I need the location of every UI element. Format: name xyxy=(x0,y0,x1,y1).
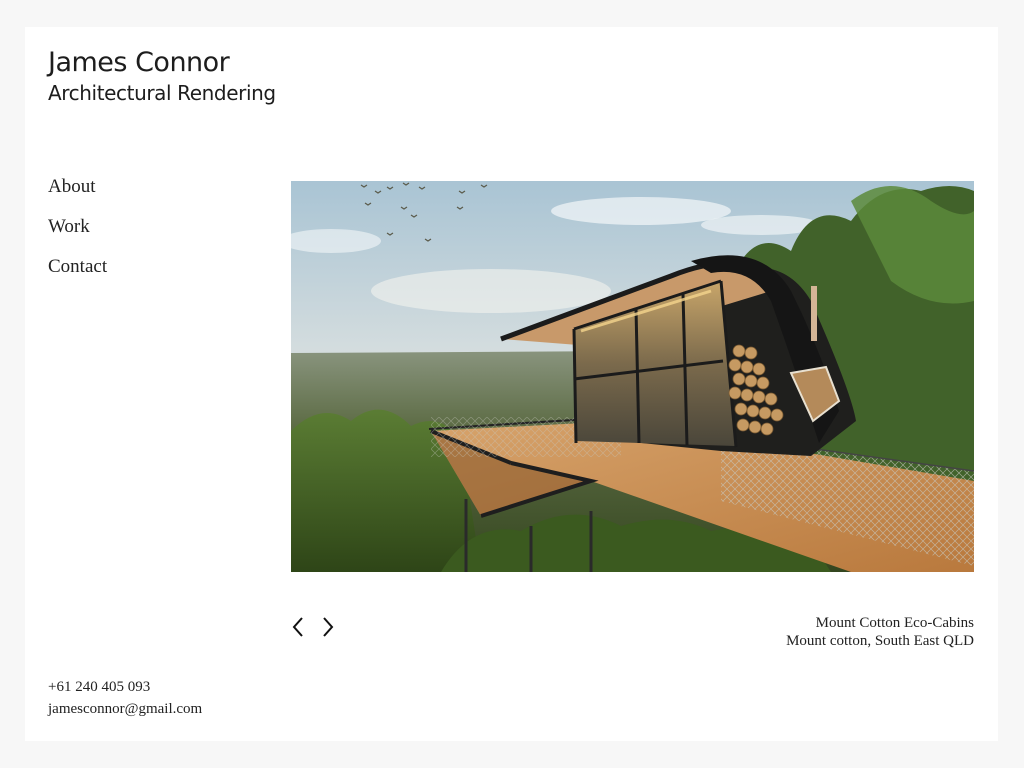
chevron-left-icon xyxy=(292,617,303,637)
prev-button[interactable] xyxy=(287,612,309,642)
project-location: Mount cotton, South East QLD xyxy=(786,633,974,649)
contact-info: +61 240 405 093 jamesconnor@gmail.com xyxy=(48,676,202,720)
next-button[interactable] xyxy=(317,612,339,642)
site-title[interactable]: James Connor xyxy=(48,45,230,81)
page-card: James Connor Architectural Rendering Abo… xyxy=(25,27,998,741)
site-subtitle: Architectural Rendering xyxy=(48,81,276,105)
eco-cabin-rendering xyxy=(291,181,974,572)
gallery-nav xyxy=(287,612,339,642)
project-caption: Mount Cotton Eco-Cabins Mount cotton, So… xyxy=(786,614,974,650)
project-title: Mount Cotton Eco-Cabins xyxy=(815,615,974,631)
email-link[interactable]: jamesconnor@gmail.com xyxy=(48,698,202,720)
gallery-image[interactable] xyxy=(291,181,974,572)
chevron-right-icon xyxy=(323,617,334,637)
nav-item-about[interactable]: About xyxy=(48,173,107,213)
nav-item-contact[interactable]: Contact xyxy=(48,253,107,293)
main-nav: About Work Contact xyxy=(48,173,107,293)
phone-link[interactable]: +61 240 405 093 xyxy=(48,676,202,698)
nav-item-work[interactable]: Work xyxy=(48,213,107,253)
